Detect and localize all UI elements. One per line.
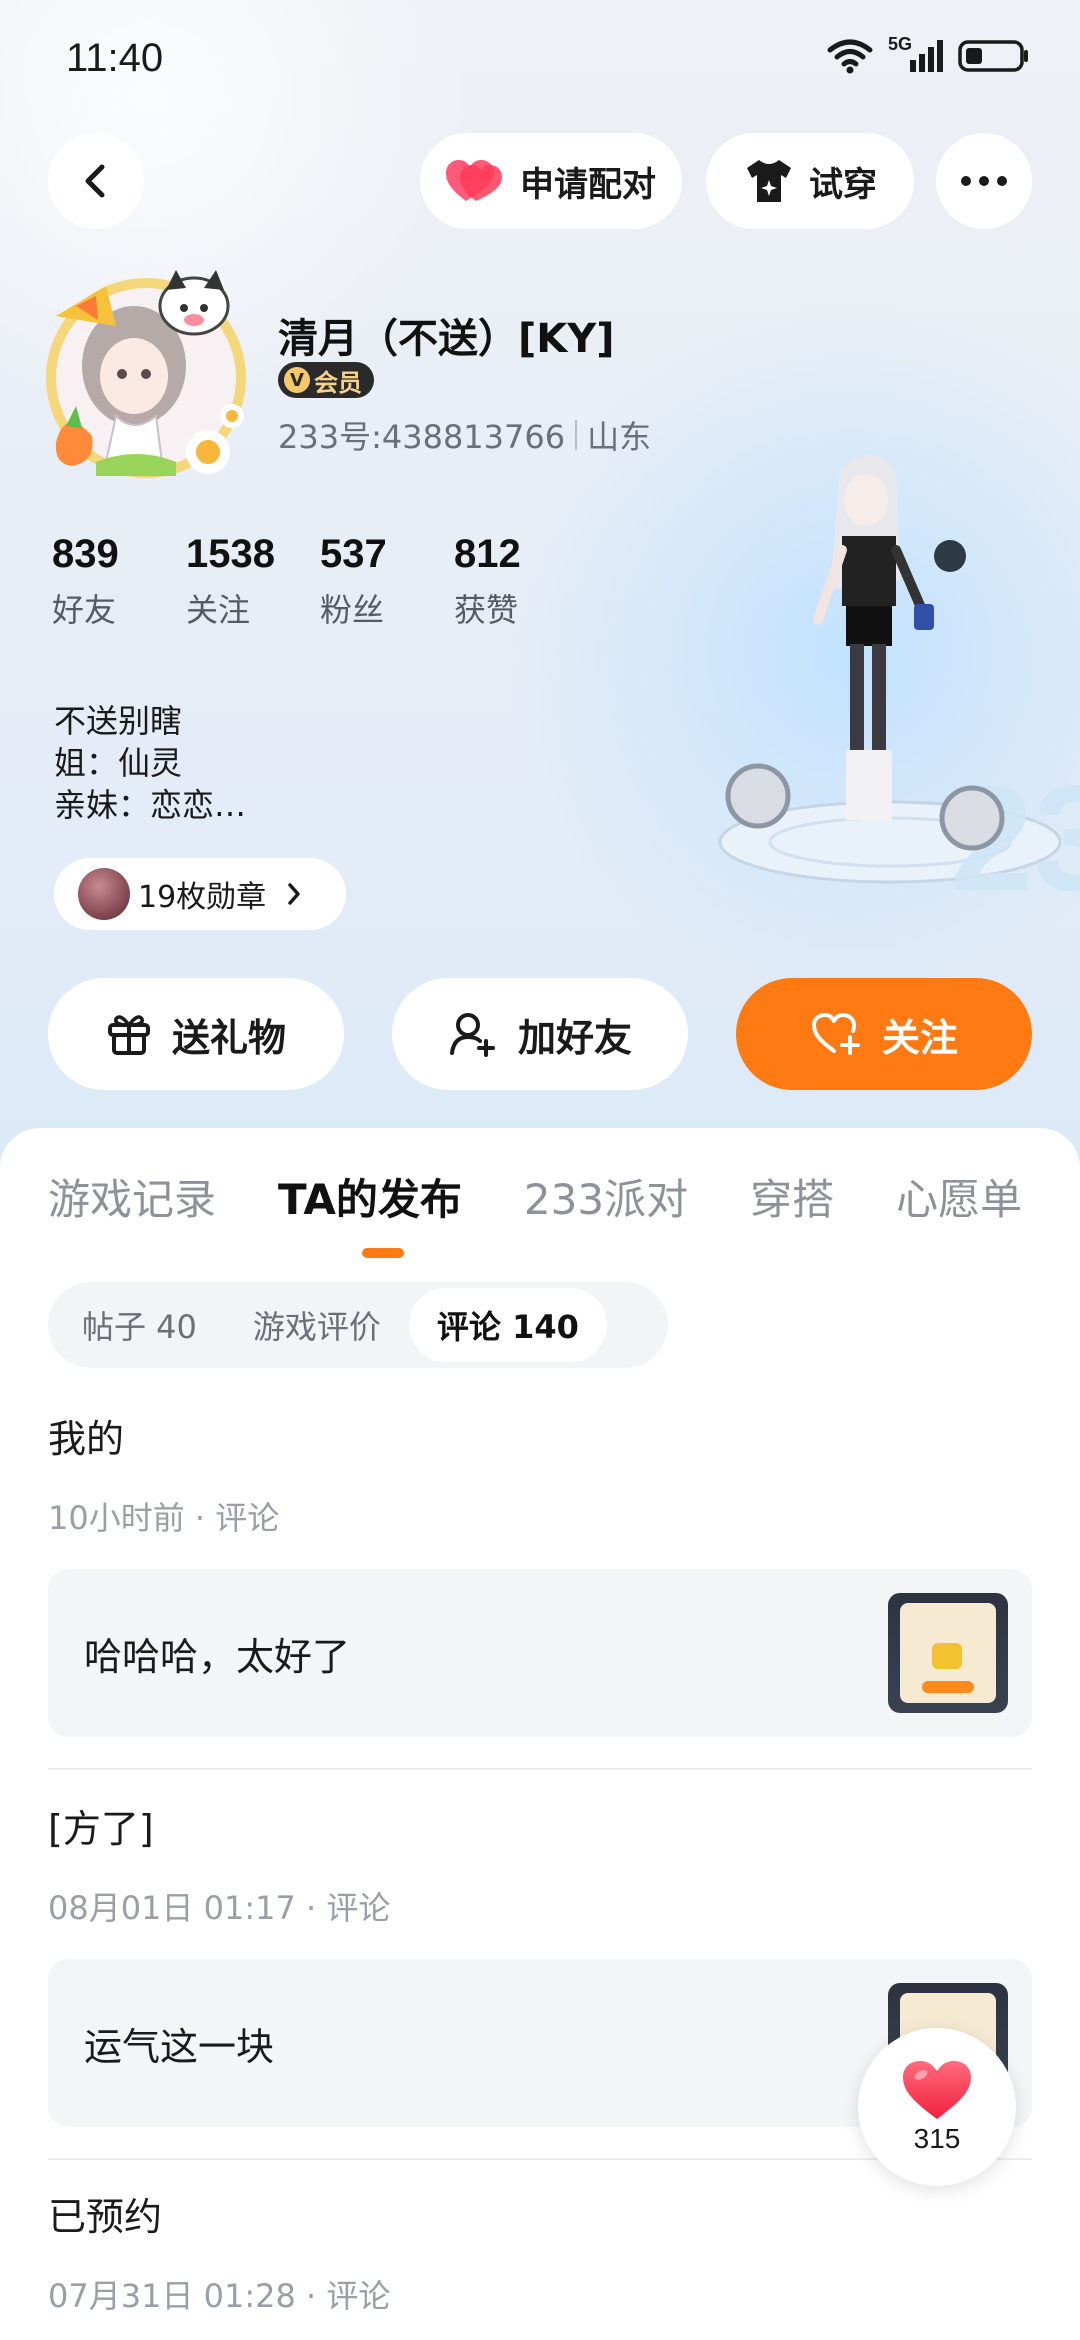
vip-badge[interactable]: V 会员 <box>278 362 374 398</box>
subtab-comments[interactable]: 评论 140 <box>408 1288 607 1362</box>
profile-tabs: 游戏记录 TA的发布 233派对 穿搭 心愿单 <box>48 1166 1080 1227</box>
gift-icon <box>107 1015 150 1055</box>
status-icons: 5G <box>826 34 1030 74</box>
tab-ta-posts[interactable]: TA的发布 <box>278 1166 462 1227</box>
quoted-content-card[interactable]: 哈哈哈，太好了 <box>48 1569 1032 1737</box>
post-type-filter: 帖子 40 游戏评价 评论 140 <box>48 1282 668 1368</box>
medal-icon <box>78 868 130 920</box>
wifi-icon <box>827 39 873 74</box>
heart-plus-icon <box>811 1013 860 1055</box>
send-gift-button[interactable]: 送礼物 <box>48 978 344 1090</box>
like-floating-button[interactable]: 315 <box>858 2028 1016 2186</box>
stat-following[interactable]: 1538 关注 <box>186 532 320 631</box>
send-gift-label: 送礼物 <box>171 1015 286 1060</box>
comment-text: 我的 <box>48 1417 125 1461</box>
tab-233-party[interactable]: 233派对 <box>524 1166 688 1227</box>
status-time: 11:40 <box>66 36 164 80</box>
stat-likes[interactable]: 812 获赞 <box>454 532 588 631</box>
add-friend-label: 加好友 <box>517 1015 632 1060</box>
divider <box>48 1768 1032 1770</box>
badges-label: 19枚勋章 <box>138 880 267 915</box>
quoted-thumbnail <box>888 1593 1008 1713</box>
stat-value: 812 <box>454 532 521 576</box>
battery-icon <box>958 40 1028 72</box>
profile-stats: 839 好友 1538 关注 537 粉丝 812 获赞 <box>52 532 588 631</box>
divider <box>575 420 578 450</box>
follow-label: 关注 <box>881 1015 958 1060</box>
cellular-signal-icon: 5G <box>888 34 944 74</box>
more-dot-icon <box>961 176 971 186</box>
tshirt-icon <box>747 160 791 202</box>
stat-value: 537 <box>320 532 387 576</box>
heart-icon <box>903 2061 971 2119</box>
comment-text: [方了] <box>48 1807 154 1851</box>
like-count: 315 <box>913 2123 961 2154</box>
avatar-3d-character[interactable]: 233 <box>700 440 1080 922</box>
tab-game-records[interactable]: 游戏记录 <box>48 1166 216 1227</box>
tab-wishlist[interactable]: 心愿单 <box>896 1166 1022 1227</box>
vip-label: 会员 <box>314 368 362 397</box>
quoted-text: 哈哈哈，太好了 <box>84 1634 351 1679</box>
back-button[interactable] <box>48 133 144 229</box>
stat-label: 粉丝 <box>320 591 385 629</box>
add-user-icon <box>449 1013 495 1057</box>
user-location: 山东 <box>587 418 652 456</box>
stat-friends[interactable]: 839 好友 <box>52 532 186 631</box>
more-options-button[interactable] <box>936 133 1032 229</box>
try-on-label: 试穿 <box>809 164 877 205</box>
bio-line: 不送别瞎 <box>54 702 183 740</box>
apply-pair-label: 申请配对 <box>520 164 656 205</box>
comment-meta: 10小时前 · 评论 <box>48 1499 280 1537</box>
comment-meta: 07月31日 01:28 · 评论 <box>48 2277 391 2315</box>
more-dot-icon <box>979 176 989 186</box>
comment-item[interactable]: 我的 10小时前 · 评论 哈哈哈，太好了 <box>48 1408 1032 1737</box>
bio-line: 姐：仙灵 <box>54 744 183 782</box>
comment-item[interactable]: 已预约 07月31日 01:28 · 评论 <box>48 2186 1032 2317</box>
nickname: 清月（不送）[KY] <box>278 316 615 362</box>
chevron-right-icon <box>288 883 300 905</box>
quoted-text: 运气这一块 <box>84 2024 275 2069</box>
apply-pair-button[interactable]: 申请配对 <box>420 133 682 229</box>
vip-v-icon: V <box>284 367 310 393</box>
user-id-line: 233号:438813766 山东 <box>278 412 651 458</box>
user-id[interactable]: 233号:438813766 <box>278 412 565 458</box>
heart-icon <box>446 160 502 201</box>
active-tab-indicator <box>362 1248 404 1258</box>
profile-bio[interactable]: 不送别瞎 姐：仙灵 亲妹：恋恋… <box>54 700 246 826</box>
stat-value: 839 <box>52 532 119 576</box>
bio-line: 亲妹：恋恋… <box>54 786 247 824</box>
chevron-left-icon <box>85 164 105 198</box>
more-dot-icon <box>997 176 1007 186</box>
comment-text: 已预约 <box>48 2195 163 2239</box>
stat-fans[interactable]: 537 粉丝 <box>320 532 454 631</box>
badges-button[interactable]: 19枚勋章 <box>54 858 346 930</box>
stat-label: 获赞 <box>454 591 519 629</box>
comment-meta: 08月01日 01:17 · 评论 <box>48 1889 391 1927</box>
stat-label: 关注 <box>186 591 251 629</box>
status-bar: 11:40 5G <box>0 0 1080 120</box>
subtab-posts[interactable]: 帖子 40 <box>54 1288 225 1362</box>
follow-button[interactable]: 关注 <box>736 978 1032 1090</box>
subtab-game-reviews[interactable]: 游戏评价 <box>225 1288 409 1362</box>
avatar[interactable] <box>36 266 256 486</box>
try-on-button[interactable]: 试穿 <box>706 133 914 229</box>
stat-label: 好友 <box>52 591 117 629</box>
tab-outfits[interactable]: 穿搭 <box>750 1166 834 1227</box>
add-friend-button[interactable]: 加好友 <box>392 978 688 1090</box>
stat-value: 1538 <box>186 532 275 576</box>
